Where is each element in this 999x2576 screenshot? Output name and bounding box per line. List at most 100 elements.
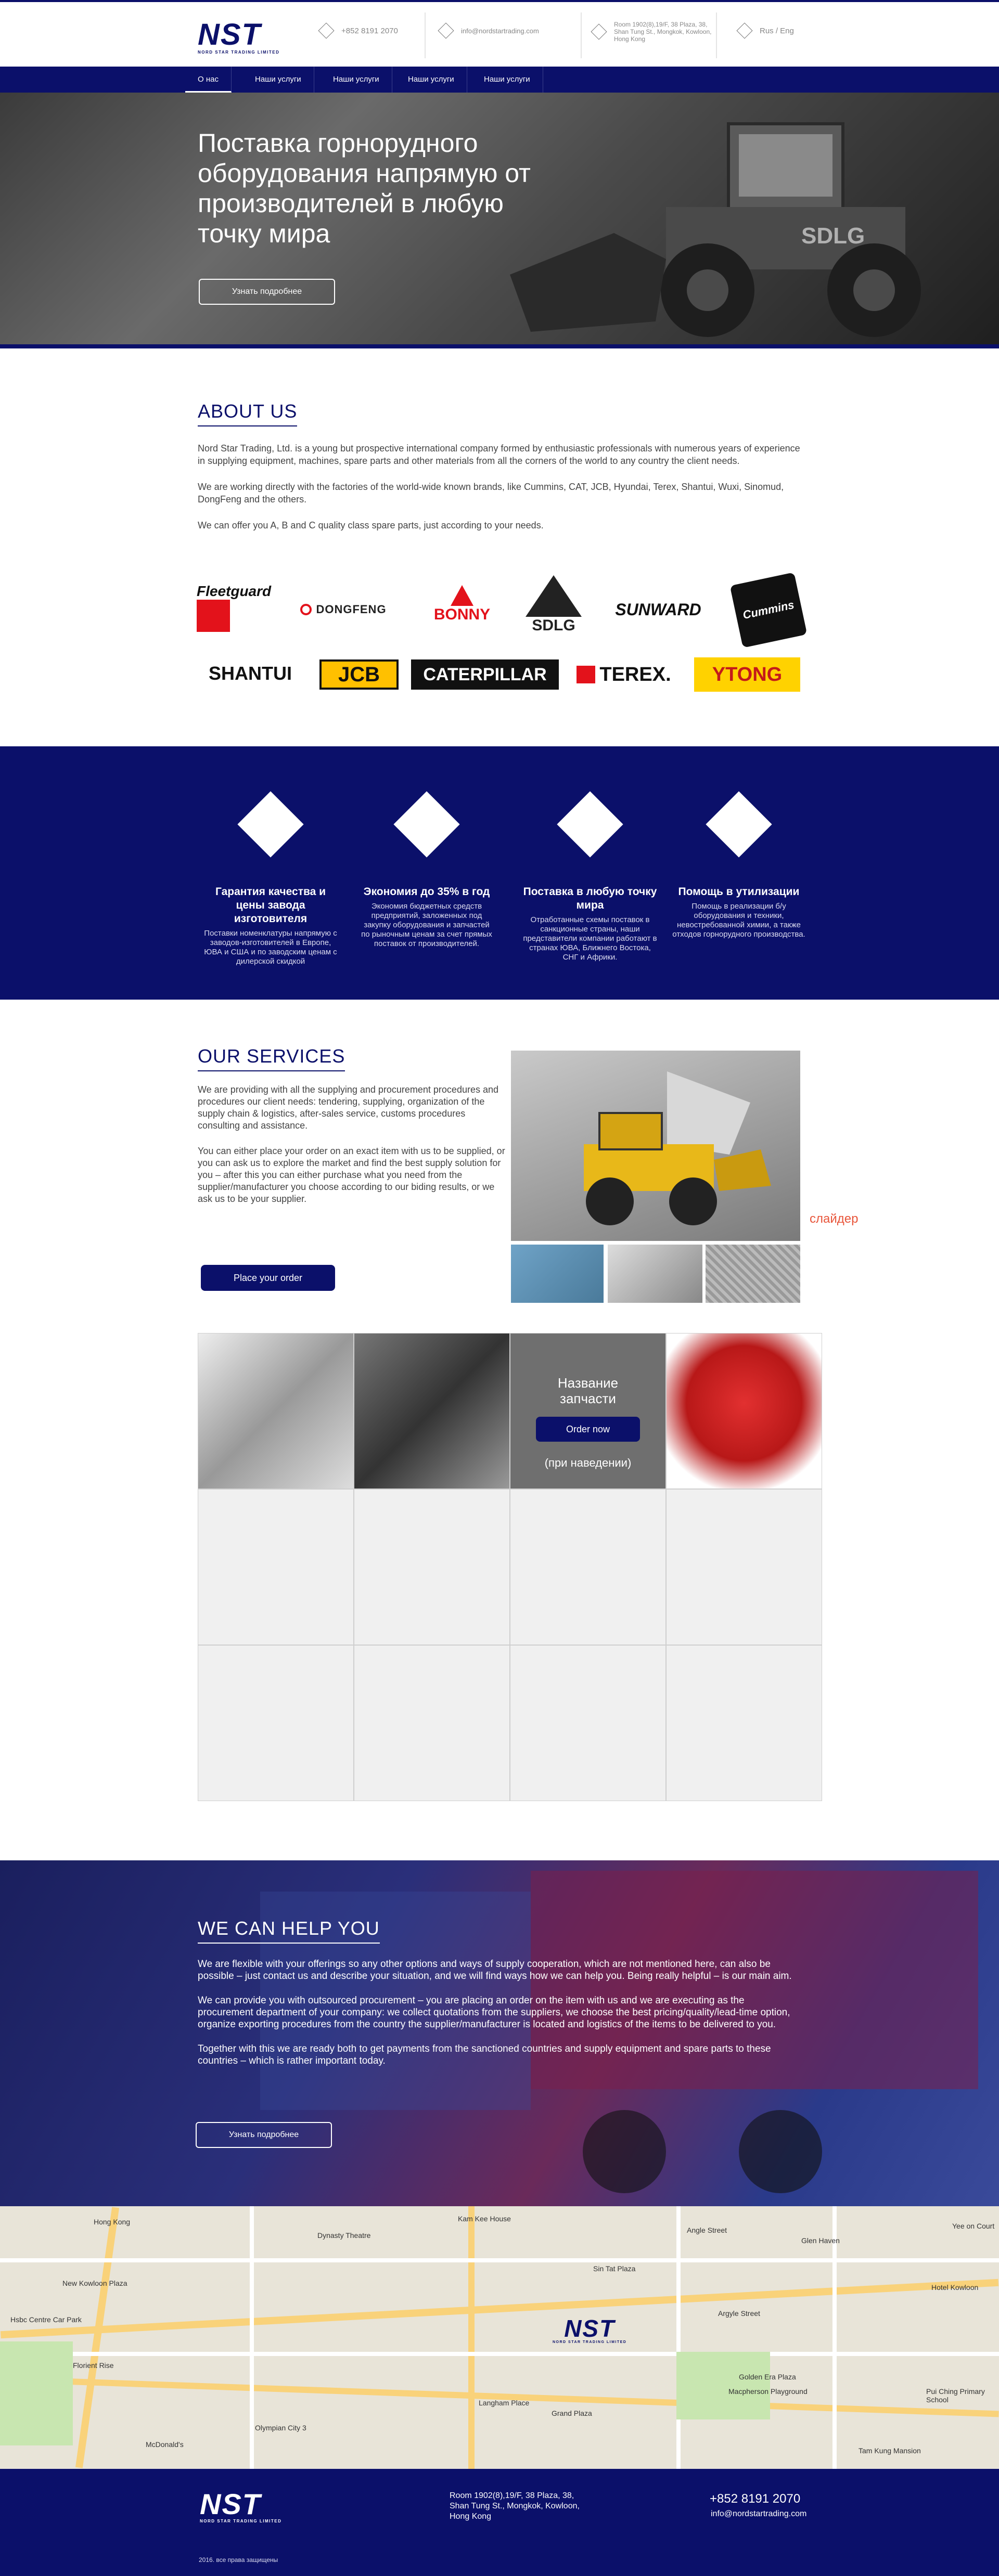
loader-illustration: SDLG <box>510 122 921 337</box>
divider <box>425 12 426 58</box>
map-label: Grand Plaza <box>552 2409 592 2417</box>
brand-cummins: Cummins <box>729 572 808 648</box>
logo-text: NST <box>198 18 261 51</box>
about-paragraph-2: We are working directly with the factori… <box>198 482 784 504</box>
help-more-button[interactable]: Узнать подробнее <box>196 2122 332 2148</box>
product-name: Название запчасти <box>557 1375 619 1406</box>
terex-icon <box>577 666 596 683</box>
map-label: Tam Kung Mansion <box>859 2446 921 2455</box>
brand-jcb: JCB <box>319 659 399 690</box>
product-card-empty[interactable] <box>510 1645 666 1801</box>
product-card-1[interactable] <box>198 1333 354 1489</box>
brand-ytong: YTONG <box>694 657 800 692</box>
hero-title: Поставка горнорудного оборудования напря… <box>198 128 531 248</box>
slider-thumbnail-1[interactable] <box>511 1245 604 1303</box>
map-park <box>0 2341 73 2445</box>
map-label: Pui Ching Primary School <box>926 2387 985 2404</box>
product-card-2[interactable] <box>354 1333 510 1489</box>
header-phone[interactable]: +852 8191 2070 <box>318 22 398 39</box>
slider-thumbnail-2[interactable] <box>608 1245 702 1303</box>
map-road <box>0 2376 999 2417</box>
sdlg-icon <box>526 575 582 617</box>
help-paragraph-1: We are flexible with your offerings so a… <box>198 1959 792 1982</box>
map-label: Dynasty Theatre <box>317 2231 371 2240</box>
nav-item-services-4[interactable]: Наши услуги <box>471 67 543 93</box>
svg-text:SDLG: SDLG <box>801 223 865 249</box>
about-section: ABOUT US Nord Star Trading, Ltd. is a yo… <box>198 400 801 545</box>
fleetguard-logo-block <box>197 600 230 632</box>
map-marker[interactable]: NST NORD STAR TRADING LIMITED <box>553 2316 626 2344</box>
product-card-empty[interactable] <box>510 1489 666 1645</box>
map-street <box>0 2352 999 2356</box>
location-map[interactable]: Hong Kong Dynasty Theatre Kam Kee House … <box>0 2206 999 2469</box>
footer-phone[interactable]: +852 8191 2070 <box>710 2492 800 2506</box>
address-text: Room 1902(8),19/F, 38 Plaza, 38, Shan Tu… <box>614 21 712 43</box>
product-card-4[interactable] <box>666 1333 822 1489</box>
hero-banner: SDLG Поставка горнорудного оборудования … <box>0 93 999 348</box>
footer-email[interactable]: info@nordstartrading.com <box>711 2509 806 2519</box>
product-card-empty[interactable] <box>666 1489 822 1645</box>
feature-recycling: Помощь в утилизации Помощь в реализации … <box>671 788 806 939</box>
map-label: Argyle Street <box>718 2309 760 2318</box>
map-label: Golden Era Plaza <box>739 2373 796 2381</box>
footer-logo[interactable]: NST NORD STAR TRADING LIMITED <box>200 2490 282 2524</box>
order-now-button[interactable]: Order now <box>536 1417 640 1442</box>
slider-thumbnail-3[interactable] <box>706 1245 800 1303</box>
footer-address: Room 1902(8),19/F, 38 Plaza, 38, Shan Tu… <box>450 2491 580 2521</box>
place-order-button[interactable]: Place your order <box>201 1265 335 1291</box>
header-email[interactable]: info@nordstartrading.com <box>438 22 539 39</box>
feature-diamond-icon <box>237 791 304 858</box>
nav-item-about[interactable]: О нас <box>185 67 232 93</box>
nav-item-services-3[interactable]: Наши услуги <box>395 67 467 93</box>
map-road <box>0 2279 999 2339</box>
logo[interactable]: NST NORD STAR TRADING LIMITED <box>198 20 279 55</box>
map-park <box>676 2352 770 2419</box>
map-road <box>468 2206 475 2469</box>
feature-title: Гарантия качества и цены завода изготови… <box>215 886 326 925</box>
map-label: Glen Haven <box>801 2236 840 2245</box>
feature-title: Помощь в утилизации <box>678 886 800 898</box>
brand-fleetguard: Fleetguard <box>197 577 275 638</box>
footer: NST NORD STAR TRADING LIMITED Room 1902(… <box>0 2469 999 2576</box>
phone-text: +852 8191 2070 <box>341 26 398 35</box>
slider-note: слайдер <box>810 1212 859 1226</box>
feature-description: Экономия бюджетных средств предприятий, … <box>361 902 492 948</box>
main-nav: О нас Наши услуги Наши услуги Наши услуг… <box>0 67 999 93</box>
product-card-empty[interactable] <box>354 1645 510 1801</box>
divider <box>716 12 717 58</box>
footer-logo-subtitle: NORD STAR TRADING LIMITED <box>200 2519 282 2523</box>
product-card-3-hover[interactable]: Название запчасти Order now (при наведен… <box>510 1333 666 1489</box>
nav-item-services-1[interactable]: Наши услуги <box>242 67 314 93</box>
language-switch[interactable]: Rus / Eng <box>736 22 794 39</box>
hero-more-button[interactable]: Узнать подробнее <box>199 279 335 305</box>
brand-sunward: SUNWARD <box>615 600 701 619</box>
map-label: Olympian City 3 <box>255 2424 306 2432</box>
map-label: Kam Kee House <box>458 2215 511 2223</box>
location-icon <box>591 23 607 40</box>
map-marker-subtitle: NORD STAR TRADING LIMITED <box>553 2340 627 2344</box>
header-address: Room 1902(8),19/F, 38 Plaza, 38, Shan Tu… <box>591 21 718 43</box>
map-label: Angle Street <box>687 2226 727 2234</box>
feature-description: Поставки номенклатуры напрямую с заводов… <box>204 929 337 966</box>
product-card-empty[interactable] <box>354 1489 510 1645</box>
feature-title: Поставка в любую точку мира <box>523 886 657 911</box>
slider-main-image[interactable] <box>511 1051 800 1241</box>
help-paragraph-3: Together with this we are ready both to … <box>198 2043 771 2066</box>
nav-item-services-2[interactable]: Наши услуги <box>321 67 392 93</box>
map-street <box>676 2206 681 2469</box>
services-section: OUR SERVICES We are providing with all t… <box>198 1045 510 1219</box>
globe-icon <box>736 22 753 39</box>
product-card-empty[interactable] <box>198 1489 354 1645</box>
product-card-empty[interactable] <box>198 1645 354 1801</box>
loader-photo <box>584 1071 771 1225</box>
brand-sdlg: SDLG <box>522 574 585 636</box>
feature-diamond-icon <box>393 791 460 858</box>
brand-shantui: SHANTUI <box>209 663 292 684</box>
hover-note: (при наведении) <box>544 1456 632 1469</box>
product-card-empty[interactable] <box>666 1645 822 1801</box>
map-label: McDonald's <box>146 2440 184 2449</box>
bonny-icon <box>451 585 473 606</box>
product-grid: Название запчасти Order now (при наведен… <box>198 1333 822 1801</box>
feature-title: Экономия до 35% в год <box>363 886 490 898</box>
brand-caterpillar: CATERPILLAR <box>411 659 559 690</box>
